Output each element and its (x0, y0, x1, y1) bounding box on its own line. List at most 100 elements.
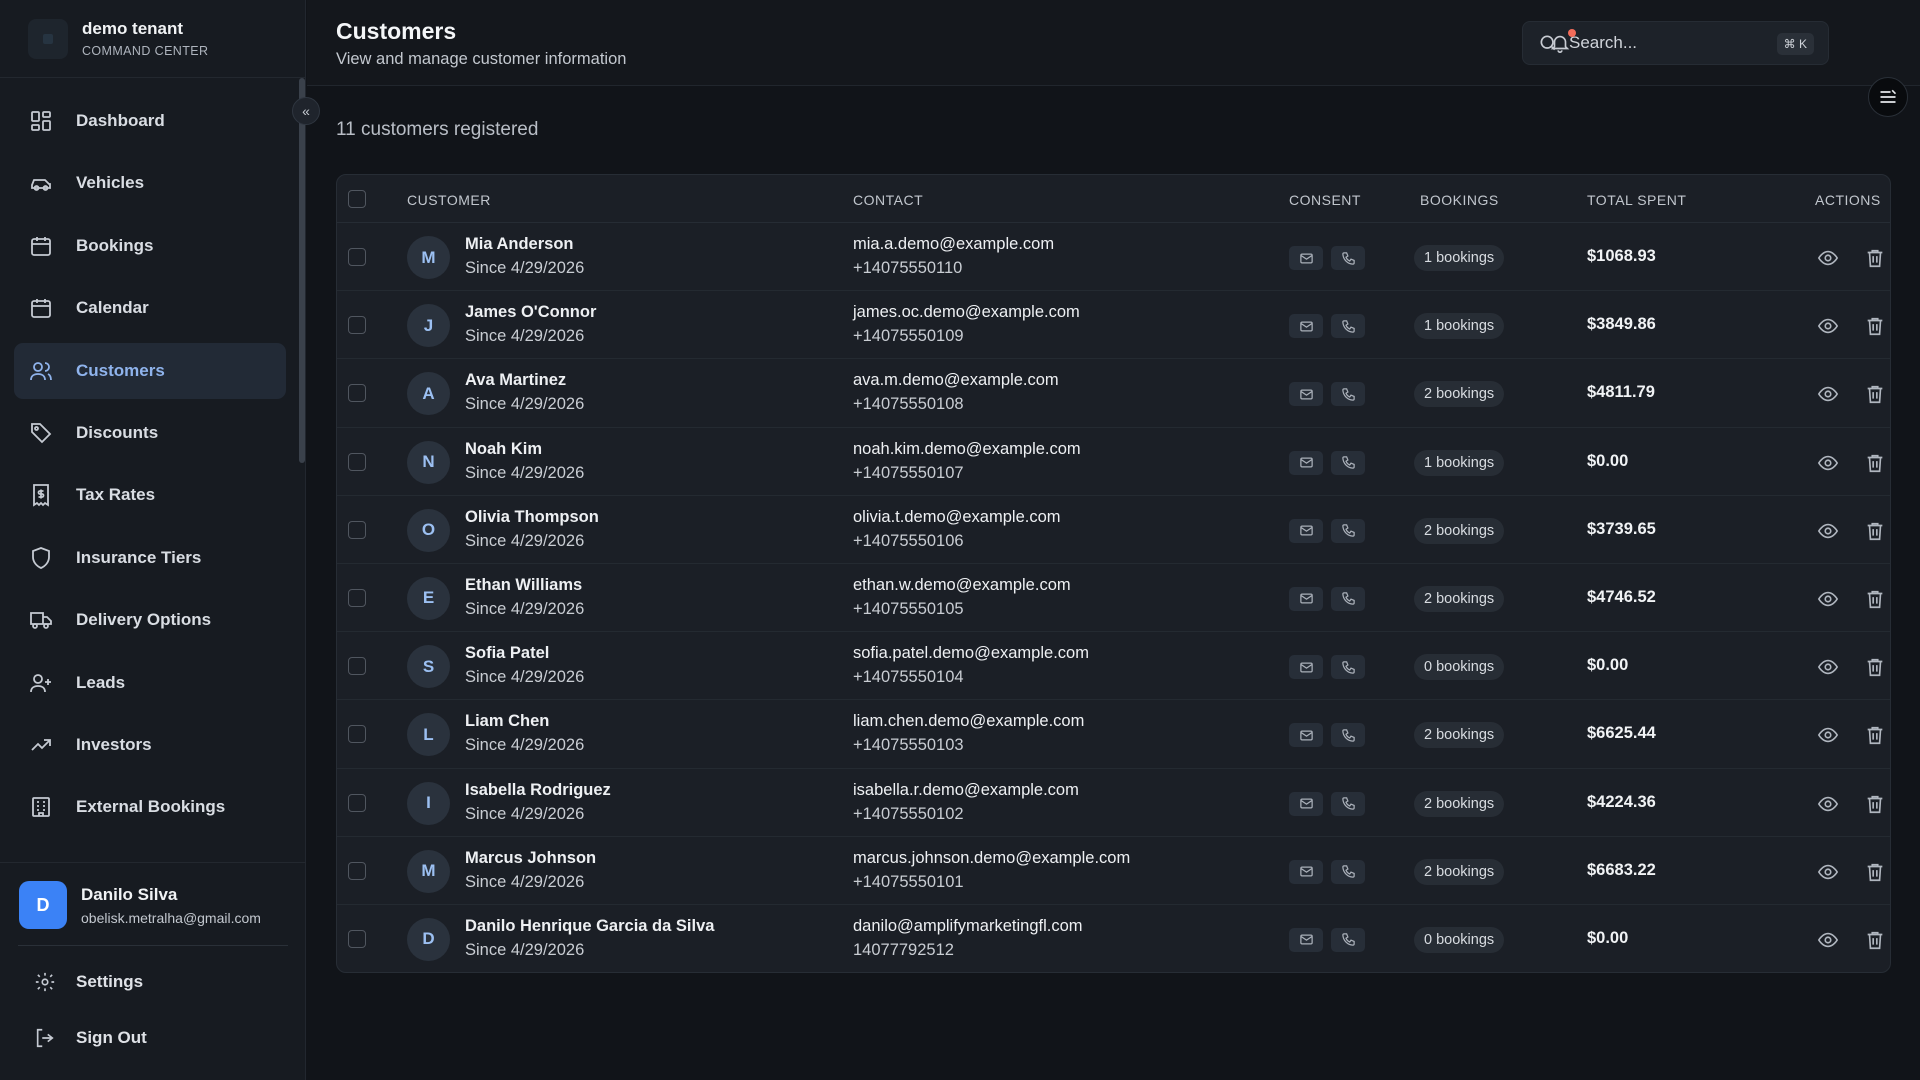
customer-phone[interactable]: +14075550109 (853, 327, 964, 346)
row-checkbox[interactable] (348, 588, 366, 607)
bell-icon[interactable] (1549, 32, 1571, 54)
email-consent-button[interactable] (1289, 723, 1323, 748)
filter-menu-button[interactable] (1868, 77, 1908, 117)
eye-icon[interactable] (1817, 588, 1839, 610)
table-row[interactable]: S Sofia Patel Since 4/29/2026 sofia.pate… (337, 632, 1890, 701)
email-consent-button[interactable] (1289, 655, 1323, 680)
customer-name[interactable]: Ava Martinez (465, 371, 566, 390)
sidebar-item-leads[interactable]: Leads (14, 655, 286, 711)
eye-icon[interactable] (1817, 656, 1839, 678)
sidebar-item-delivery-options[interactable]: Delivery Options (14, 592, 286, 648)
customer-phone[interactable]: +14075550105 (853, 600, 964, 619)
eye-icon[interactable] (1817, 452, 1839, 474)
customer-name[interactable]: Liam Chen (465, 712, 549, 731)
table-row[interactable]: M Mia Anderson Since 4/29/2026 mia.a.dem… (337, 223, 1890, 292)
sign-out-link[interactable]: Sign Out (0, 1010, 306, 1066)
table-row[interactable]: E Ethan Williams Since 4/29/2026 ethan.w… (337, 564, 1890, 633)
sidebar-item-tax-rates[interactable]: Tax Rates (14, 467, 286, 523)
phone-consent-button[interactable] (1331, 655, 1365, 680)
email-consent-button[interactable] (1289, 518, 1323, 543)
table-row[interactable]: J James O'Connor Since 4/29/2026 james.o… (337, 291, 1890, 360)
customer-email[interactable]: olivia.t.demo@example.com (853, 508, 1061, 527)
customer-phone[interactable]: +14075550108 (853, 395, 964, 414)
email-consent-button[interactable] (1289, 450, 1323, 475)
sidebar-item-customers[interactable]: Customers (14, 342, 286, 399)
trash-icon[interactable] (1864, 588, 1886, 610)
eye-icon[interactable] (1817, 724, 1839, 746)
column-header-customer[interactable]: CUSTOMER (407, 192, 491, 208)
email-consent-button[interactable] (1289, 586, 1323, 611)
customer-name[interactable]: Marcus Johnson (465, 849, 596, 868)
sidebar-item-bookings[interactable]: Bookings (14, 218, 286, 274)
phone-consent-button[interactable] (1331, 314, 1365, 339)
customer-email[interactable]: danilo@amplifymarketingfl.com (853, 917, 1083, 936)
row-checkbox[interactable] (348, 384, 366, 403)
trash-icon[interactable] (1864, 520, 1886, 542)
customer-email[interactable]: mia.a.demo@example.com (853, 235, 1054, 254)
table-row[interactable]: N Noah Kim Since 4/29/2026 noah.kim.demo… (337, 428, 1890, 496)
phone-consent-button[interactable] (1331, 246, 1365, 270)
sidebar-item-investors[interactable]: Investors (14, 717, 286, 773)
trash-icon[interactable] (1864, 247, 1886, 269)
customer-email[interactable]: james.oc.demo@example.com (853, 303, 1080, 322)
customer-email[interactable]: liam.chen.demo@example.com (853, 712, 1084, 731)
phone-consent-button[interactable] (1331, 859, 1365, 884)
customer-phone[interactable]: +14075550106 (853, 532, 964, 551)
customer-email[interactable]: noah.kim.demo@example.com (853, 440, 1081, 459)
phone-consent-button[interactable] (1331, 518, 1365, 543)
eye-icon[interactable] (1817, 520, 1839, 542)
customer-email[interactable]: marcus.johnson.demo@example.com (853, 849, 1130, 868)
phone-consent-button[interactable] (1331, 450, 1365, 475)
phone-consent-button[interactable] (1331, 586, 1365, 611)
table-row[interactable]: O Olivia Thompson Since 4/29/2026 olivia… (337, 496, 1890, 564)
eye-icon[interactable] (1817, 929, 1839, 951)
trash-icon[interactable] (1864, 656, 1886, 678)
eye-icon[interactable] (1817, 793, 1839, 815)
customer-name[interactable]: James O'Connor (465, 303, 596, 322)
customer-name[interactable]: Olivia Thompson (465, 508, 599, 527)
eye-icon[interactable] (1817, 383, 1839, 405)
collapse-sidebar-button[interactable]: « (292, 97, 320, 125)
row-checkbox[interactable] (348, 657, 366, 676)
column-header-consent[interactable]: CONSENT (1289, 192, 1361, 208)
trash-icon[interactable] (1864, 315, 1886, 337)
sidebar-item-discounts[interactable]: Discounts (14, 405, 286, 461)
sidebar-item-insurance-tiers[interactable]: Insurance Tiers (14, 530, 286, 586)
row-checkbox[interactable] (348, 248, 366, 266)
customer-name[interactable]: Sofia Patel (465, 644, 549, 663)
customer-email[interactable]: ava.m.demo@example.com (853, 371, 1059, 390)
table-row[interactable]: M Marcus Johnson Since 4/29/2026 marcus.… (337, 837, 1890, 905)
email-consent-button[interactable] (1289, 791, 1323, 816)
settings-link[interactable]: Settings (0, 954, 306, 1010)
customer-name[interactable]: Isabella Rodriguez (465, 781, 611, 800)
table-row[interactable]: A Ava Martinez Since 4/29/2026 ava.m.dem… (337, 359, 1890, 428)
customer-phone[interactable]: +14075550103 (853, 736, 964, 755)
email-consent-button[interactable] (1289, 314, 1323, 339)
customer-email[interactable]: ethan.w.demo@example.com (853, 576, 1071, 595)
email-consent-button[interactable] (1289, 927, 1323, 952)
column-header-contact[interactable]: CONTACT (853, 192, 923, 208)
sidebar-scrollbar[interactable] (299, 78, 305, 463)
customer-phone[interactable]: +14075550107 (853, 464, 964, 483)
row-checkbox[interactable] (348, 793, 366, 812)
select-all-checkbox[interactable] (348, 190, 366, 208)
customer-name[interactable]: Danilo Henrique Garcia da Silva (465, 917, 714, 936)
trash-icon[interactable] (1864, 383, 1886, 405)
row-checkbox[interactable] (348, 861, 366, 880)
customer-email[interactable]: sofia.patel.demo@example.com (853, 644, 1089, 663)
user-card[interactable]: D Danilo Silva obelisk.metralha@gmail.co… (0, 863, 306, 929)
phone-consent-button[interactable] (1331, 791, 1365, 816)
email-consent-button[interactable] (1289, 246, 1323, 270)
customer-name[interactable]: Mia Anderson (465, 235, 573, 254)
phone-consent-button[interactable] (1331, 723, 1365, 748)
table-row[interactable]: L Liam Chen Since 4/29/2026 liam.chen.de… (337, 700, 1890, 769)
customer-email[interactable]: isabella.r.demo@example.com (853, 781, 1079, 800)
customer-name[interactable]: Noah Kim (465, 440, 542, 459)
phone-consent-button[interactable] (1331, 927, 1365, 952)
row-checkbox[interactable] (348, 520, 366, 539)
trash-icon[interactable] (1864, 724, 1886, 746)
email-consent-button[interactable] (1289, 382, 1323, 407)
brand-header[interactable]: demo tenant COMMAND CENTER (0, 0, 305, 78)
column-header-total-spent[interactable]: TOTAL SPENT (1587, 192, 1686, 208)
trash-icon[interactable] (1864, 861, 1886, 883)
